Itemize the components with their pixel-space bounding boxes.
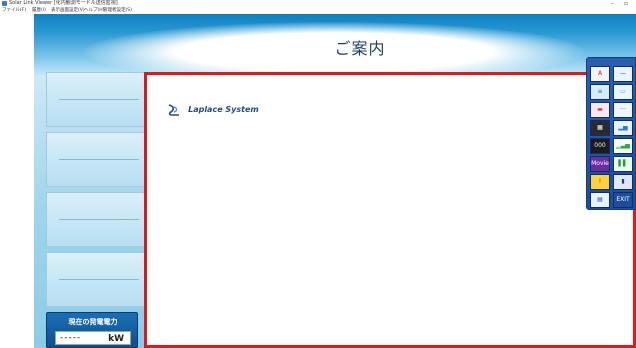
list-tool-icon: ≡ <box>597 88 603 95</box>
app-stage: ご案内 現在の発電電力 ----- kW Laplace System A — ≡ ▭… <box>0 14 636 348</box>
nav-panel-divider <box>59 279 139 280</box>
graph-tool-icon: ▌▌ <box>618 160 628 167</box>
bar-tool-button[interactable]: ▂▅ <box>613 120 633 136</box>
laplace-logo-text: Laplace System <box>188 105 259 114</box>
gradient-tool-icon: ▬ <box>597 106 603 113</box>
window-title: Solar Link Viewer [化内観測モードル送信監視] <box>9 0 118 6</box>
bar-tool-icon: ▂▅ <box>618 124 628 131</box>
meter-tool-icon: ▦ <box>597 124 603 131</box>
table-tool-button[interactable]: ▤ <box>590 192 610 208</box>
graph-tool-button[interactable]: ▌▌ <box>613 156 633 172</box>
banner-tool-button[interactable]: ▭ <box>613 84 633 100</box>
banner-tool-icon: ▭ <box>620 88 626 95</box>
widget-toolbar: A — ≡ ▭ ▬ ··· ▦ ▂▅ 000 ▁▃▅ Movie ▌▌! ▮ ▤ EXIT <box>586 57 636 210</box>
counter-tool-icon: 000 <box>594 142 606 149</box>
menu-admin-settings[interactable]: 管理者設定(S) <box>103 7 132 14</box>
text-tool-icon: A <box>597 70 603 77</box>
list-tool-button[interactable]: ≡ <box>590 84 610 100</box>
chart-tool-button[interactable]: ▁▃▅ <box>613 138 633 154</box>
menu-bar: ファイル(F) 履歴(I) 表示画面設定(V) ヘルプ(H) 管理者設定(S) <box>0 7 636 14</box>
nav-panel-3[interactable] <box>46 192 146 247</box>
movie-tool-button[interactable]: Movie <box>590 156 610 172</box>
nav-panel-divider <box>59 159 139 160</box>
line-tool-icon: — <box>620 70 626 77</box>
cup-tool-icon: ▮ <box>621 178 625 185</box>
cup-tool-button[interactable]: ▮ <box>613 174 633 190</box>
gradient-tool-button[interactable]: ▬ <box>590 102 610 118</box>
nav-panel-2[interactable] <box>46 132 146 187</box>
header-band: ご案内 <box>34 14 636 82</box>
menu-display-settings[interactable]: 表示画面設定(V) <box>51 7 85 14</box>
left-margin <box>0 14 34 348</box>
minimize-button[interactable]: – <box>611 0 614 7</box>
alert-tool-icon: ! <box>598 178 602 185</box>
meter-tool-button[interactable]: ▦ <box>590 120 610 136</box>
current-power-unit: kW <box>108 334 124 344</box>
alert-tool-button[interactable]: ! <box>590 174 610 190</box>
menu-help[interactable]: ヘルプ(H) <box>84 7 104 14</box>
current-power-value: ----- <box>60 333 82 343</box>
current-power-box: 現在の発電電力 ----- kW <box>46 312 138 348</box>
app-icon <box>2 1 7 6</box>
page-title: ご案内 <box>334 39 386 58</box>
counter-tool-button[interactable]: 000 <box>590 138 610 154</box>
content-panel[interactable]: Laplace System <box>144 72 636 348</box>
dots-tool-icon: ··· <box>620 106 626 113</box>
chart-tool-icon: ▁▃▅ <box>616 142 630 149</box>
laplace-logo: Laplace System <box>167 99 259 116</box>
exit-tool-icon: EXIT <box>616 196 630 203</box>
nav-panel-divider <box>59 99 139 100</box>
current-power-display: ----- kW <box>55 331 131 345</box>
nav-panel-4[interactable] <box>46 252 146 307</box>
window-title-bar: Solar Link Viewer [化内観測モードル送信監視] – ▫ <box>0 0 636 7</box>
menu-history[interactable]: 履歴(I) <box>32 7 46 14</box>
exit-tool-button[interactable]: EXIT <box>613 192 633 208</box>
line-tool-button[interactable]: — <box>613 66 633 82</box>
current-power-label: 現在の発電電力 <box>68 318 118 326</box>
laplace-logo-icon <box>168 103 179 116</box>
movie-tool-icon: Movie <box>591 160 609 167</box>
menu-file[interactable]: ファイル(F) <box>2 7 26 14</box>
nav-panel-divider <box>59 219 139 220</box>
dots-tool-button[interactable]: ··· <box>613 102 633 118</box>
nav-panel-1[interactable] <box>46 72 146 127</box>
restore-button[interactable]: ▫ <box>624 0 628 7</box>
text-tool-button[interactable]: A <box>590 66 610 82</box>
table-tool-icon: ▤ <box>597 196 603 203</box>
